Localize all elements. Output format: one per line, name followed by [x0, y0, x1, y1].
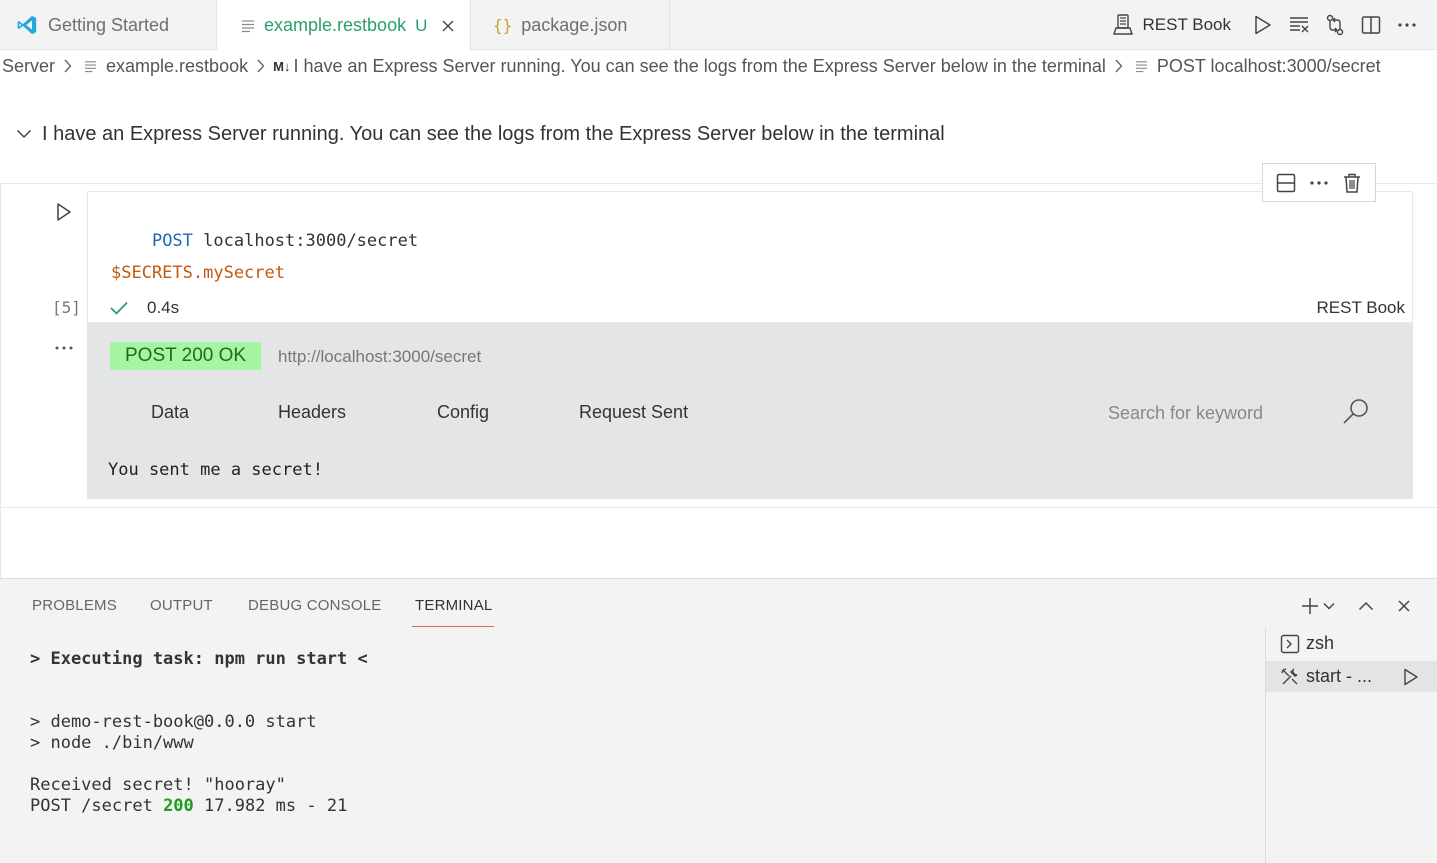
breadcrumb-item-file[interactable]: example.restbook [80, 56, 248, 77]
execution-count: [5] [52, 298, 81, 317]
split-editor-icon[interactable] [1355, 10, 1387, 40]
chevron-down-icon[interactable] [1320, 593, 1338, 619]
terminal-line: Received secret! "hooray" [30, 775, 286, 795]
breadcrumb-label: example.restbook [106, 55, 249, 76]
breadcrumb-item-markdown[interactable]: M↓ I have an Express Server running. You… [273, 56, 1106, 77]
tab-headers[interactable]: Headers [278, 402, 346, 423]
breadcrumb-label: I have an Express Server running. You ca… [293, 55, 1106, 76]
bottom-panel: PROBLEMS OUTPUT DEBUG CONSOLE TERMINAL >… [0, 578, 1437, 863]
terminal-item-label: start - ... [1306, 666, 1373, 686]
tab-config[interactable]: Config [437, 402, 489, 423]
tab-getting-started[interactable]: Getting Started [0, 0, 217, 50]
split-cell-icon[interactable] [1273, 170, 1299, 196]
response-body: You sent me a secret! [108, 460, 323, 480]
breadcrumb-label: POST localhost:3000/secret [1156, 55, 1381, 76]
lines-file-icon [241, 19, 255, 33]
execution-duration: 0.4s [147, 298, 180, 317]
http-method: POST [151, 231, 193, 251]
terminal-line: POST /secret 200 17.982 ms - 21 [30, 796, 347, 816]
markdown-cell[interactable]: I have an Express Server running. You ca… [0, 118, 1437, 150]
cell-toolbar [1262, 163, 1376, 202]
breadcrumb: Server example.restbook M↓ I have an Exp… [0, 52, 1437, 80]
log-request: POST /secret [30, 796, 164, 816]
breadcrumb-item-request[interactable]: POST localhost:3000/secret [1131, 56, 1381, 77]
terminal-line: > demo-rest-book@0.0.0 start [30, 712, 317, 732]
check-icon [109, 300, 129, 316]
more-actions-icon[interactable] [1391, 10, 1423, 40]
maximize-panel-icon[interactable] [1353, 593, 1379, 619]
tab-terminal[interactable]: TERMINAL [415, 597, 492, 614]
kernel-picker[interactable]: REST Book [1113, 10, 1231, 40]
tab-request-sent[interactable]: Request Sent [579, 402, 688, 423]
close-panel-icon[interactable] [1391, 593, 1417, 619]
status-badge: POST 200 OK [110, 342, 262, 370]
editor-actions: REST Book [1113, 0, 1437, 50]
breadcrumb-label: Server [2, 55, 56, 76]
tab-label: package.json [521, 14, 628, 35]
json-braces-icon: {} [493, 15, 513, 35]
chevron-right-icon [63, 59, 72, 73]
tab-package-json[interactable]: {} package.json [471, 0, 670, 50]
terminal-icon [1280, 634, 1300, 654]
request-body: $SECRETS.mySecret [111, 263, 285, 283]
tab-data[interactable]: Data [151, 402, 189, 423]
markdown-icon: M↓ [273, 58, 291, 74]
cell-top-border [0, 183, 1437, 184]
tab-label: Getting Started [48, 14, 170, 35]
cell-kernel-label: REST Book [1316, 298, 1405, 317]
run-task-icon[interactable] [1403, 668, 1419, 686]
request-url: localhost:3000/secret [203, 231, 419, 251]
output-more-icon[interactable] [52, 336, 76, 360]
kernel-label: REST Book [1142, 15, 1231, 34]
close-icon[interactable] [439, 17, 457, 35]
lines-file-icon [1135, 60, 1148, 73]
cell-left-border [0, 184, 1, 578]
tab-output[interactable]: OUTPUT [150, 597, 213, 614]
run-cell-button[interactable] [52, 200, 76, 224]
terminal-item-label: zsh [1306, 633, 1335, 653]
tab-problems[interactable]: PROBLEMS [32, 597, 117, 614]
search-icon[interactable] [1340, 396, 1372, 428]
compare-changes-icon[interactable] [1319, 10, 1351, 40]
markdown-heading: I have an Express Server running. You ca… [42, 122, 945, 145]
chevron-right-icon [256, 59, 265, 73]
chevron-right-icon [1114, 59, 1123, 73]
request-line: POST localhost:3000/secret [111, 211, 418, 271]
cell-output: POST 200 OK http://localhost:3000/secret… [87, 323, 1413, 499]
vscode-logo-icon [16, 14, 38, 36]
editor-tab-bar: Getting Started example.restbook U {} pa… [0, 0, 1437, 51]
terminal-item-zsh[interactable]: zsh [1266, 628, 1437, 659]
lines-file-icon [84, 60, 97, 73]
cell-bottom-border [0, 507, 1437, 508]
delete-cell-icon[interactable] [1339, 170, 1365, 196]
log-timing: 17.982 ms - 21 [193, 796, 348, 816]
kernel-icon [1113, 14, 1134, 36]
breadcrumb-item-server[interactable]: Server [2, 56, 55, 77]
tab-debug-console[interactable]: DEBUG CONSOLE [248, 597, 381, 614]
tab-example-restbook[interactable]: example.restbook U [217, 0, 471, 51]
log-status-code: 200 [163, 796, 194, 816]
run-all-icon[interactable] [1247, 10, 1279, 40]
untracked-badge: U [415, 15, 428, 35]
more-actions-icon[interactable] [1306, 170, 1332, 196]
tab-label: example.restbook [264, 15, 407, 35]
search-input[interactable]: Search for keyword [1108, 403, 1263, 424]
response-url: http://localhost:3000/secret [278, 347, 482, 366]
active-tab-indicator [412, 626, 494, 627]
terminal-item-start[interactable]: start - ... [1266, 661, 1437, 692]
terminal-line: > Executing task: npm run start < [30, 649, 368, 669]
chevron-down-icon[interactable] [16, 129, 32, 139]
terminal-line: > node ./bin/www [30, 733, 194, 753]
tools-icon [1280, 667, 1300, 687]
clear-outputs-icon[interactable] [1283, 10, 1315, 40]
cell-status-bar: 0.4s REST Book [87, 293, 1413, 323]
